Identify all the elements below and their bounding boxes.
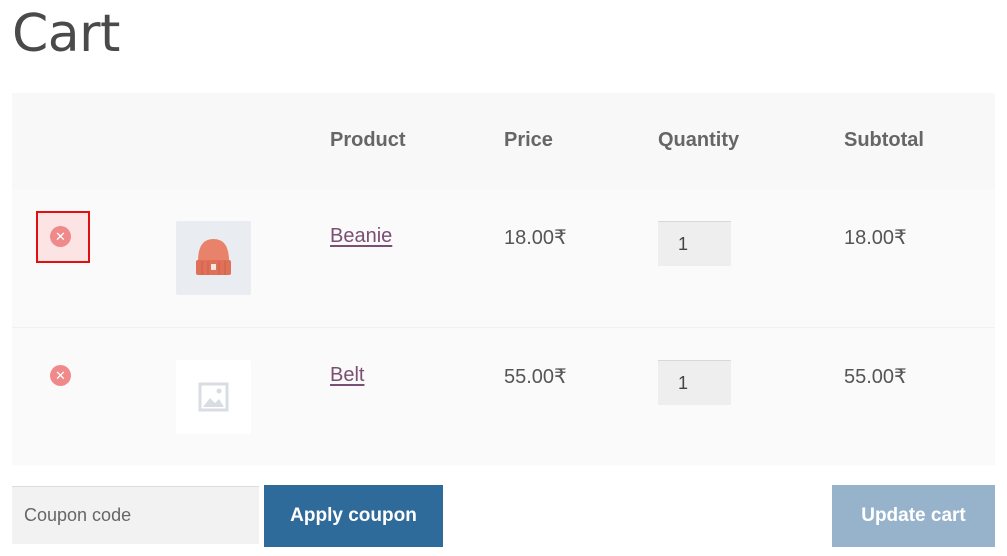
header-product: Product: [330, 129, 406, 151]
close-circle-icon[interactable]: ✕: [50, 226, 71, 247]
price-value: 18.00₹: [504, 227, 567, 249]
update-cart-button[interactable]: Update cart: [832, 485, 995, 547]
remove-item-button[interactable]: ✕: [36, 211, 90, 263]
product-thumbnail-beanie[interactable]: [176, 221, 251, 295]
subtotal-value: 18.00₹: [844, 227, 907, 249]
quantity-input[interactable]: [658, 360, 731, 405]
product-link-belt[interactable]: Belt: [330, 364, 364, 387]
placeholder-image-icon: [198, 382, 229, 412]
price-value: 55.00₹: [504, 366, 567, 388]
beanie-image: [196, 239, 231, 275]
table-row: ✕ Beanie 18.00₹ 18.00₹: [12, 189, 995, 327]
subtotal-value: 55.00₹: [844, 366, 907, 388]
header-quantity: Quantity: [658, 129, 740, 151]
cart-table: Product Price Quantity Subtotal ✕ Beanie…: [12, 93, 995, 465]
close-circle-icon[interactable]: ✕: [50, 365, 71, 386]
apply-coupon-button[interactable]: Apply coupon: [264, 485, 443, 547]
quantity-input[interactable]: [658, 221, 731, 266]
header-price: Price: [504, 129, 553, 151]
remove-item-button[interactable]: ✕: [36, 350, 90, 402]
header-subtotal: Subtotal: [844, 129, 924, 151]
coupon-code-input[interactable]: [12, 486, 259, 544]
table-header: Product Price Quantity Subtotal: [12, 93, 995, 189]
product-thumbnail-belt[interactable]: [176, 360, 251, 434]
page-title: Cart: [12, 4, 120, 64]
table-row: ✕ Belt 55.00₹ 55.00₹: [12, 327, 995, 465]
product-link-beanie[interactable]: Beanie: [330, 225, 392, 248]
